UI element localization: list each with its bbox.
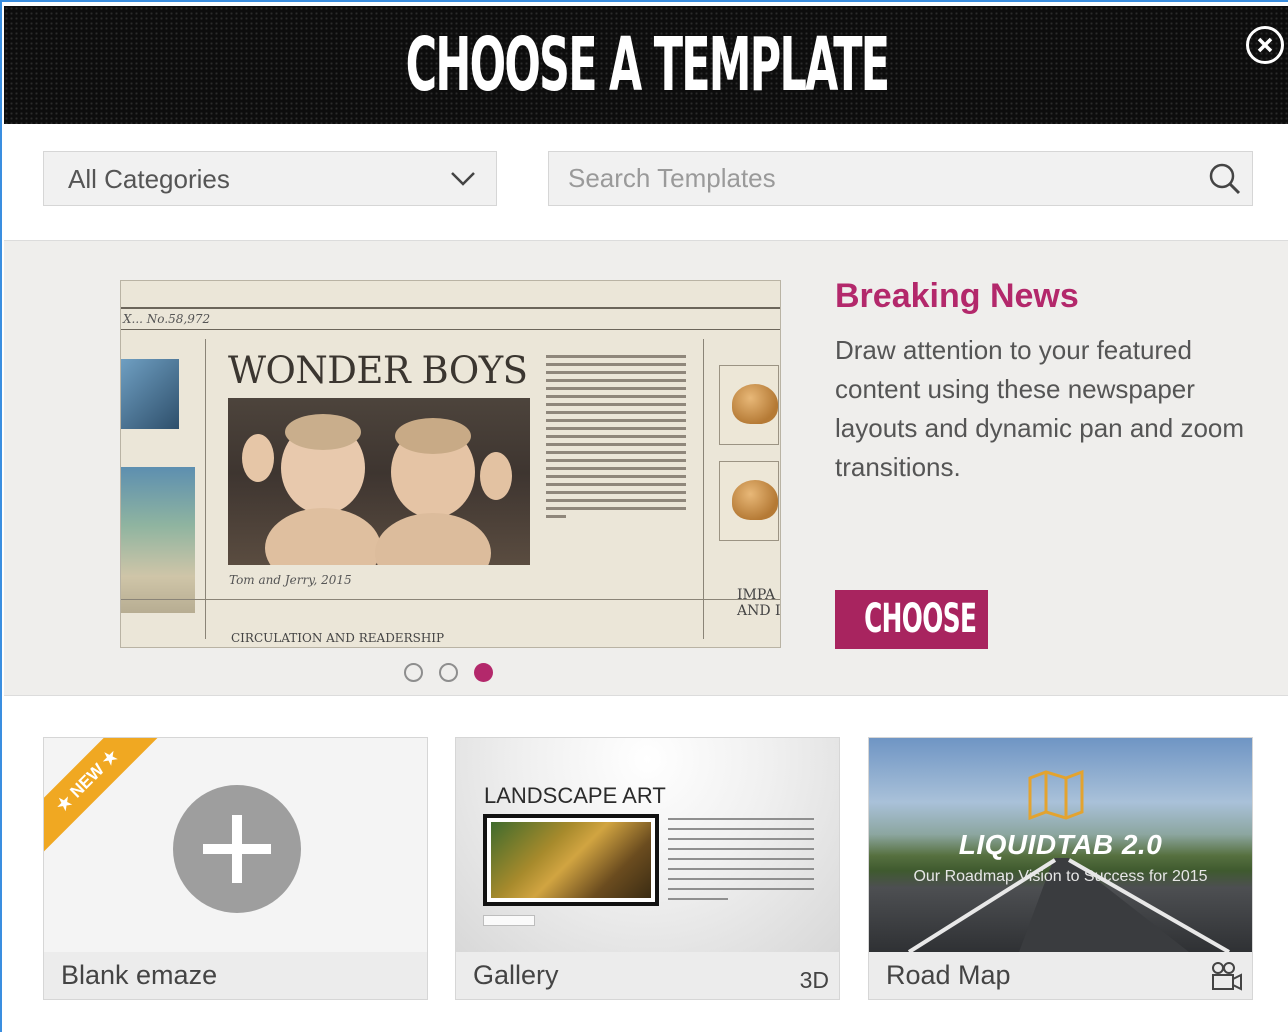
newspaper-caption: Tom and Jerry, 2015 (229, 573, 352, 587)
newspaper-side-photo (121, 467, 195, 613)
carousel-dot-active[interactable] (474, 663, 493, 682)
featured-preview-image[interactable]: X... No.58,972 WONDER BOYS Tom and Jerry… (120, 280, 781, 648)
newspaper-photo (228, 398, 530, 565)
newspaper-side-headline: IMPA AND I (737, 587, 781, 619)
carousel-dot[interactable] (439, 663, 458, 682)
featured-template-banner: X... No.58,972 WONDER BOYS Tom and Jerry… (4, 240, 1288, 696)
search-box (548, 151, 1253, 206)
template-name: Road Map (886, 960, 1011, 990)
template-thumbnail: LANDSCAPE ART (456, 738, 839, 952)
road-map-thumb-title: LIQUIDTAB 2.0 (958, 829, 1163, 860)
gallery-caption-tag (483, 915, 535, 926)
newspaper-rule (703, 339, 704, 639)
gallery-text-lines (668, 818, 814, 908)
close-button[interactable] (1246, 26, 1284, 64)
dialog-header: CHOOSE A TEMPLATE (4, 6, 1288, 124)
video-camera-icon (1212, 962, 1242, 991)
search-icon[interactable] (1206, 160, 1244, 198)
template-thumbnail: LIQUIDTAB 2.0 Our Roadmap Vision to Succ… (869, 738, 1252, 952)
category-dropdown[interactable]: All Categories (43, 151, 497, 206)
children-photo (242, 414, 512, 565)
template-name: Blank emaze (61, 960, 218, 990)
newspaper-side-photo (121, 359, 179, 429)
newspaper-footer-headline: CIRCULATION AND READERSHIP (231, 631, 445, 645)
template-card-footer: Road Map (869, 952, 1252, 999)
gallery-painting (483, 814, 659, 906)
choose-button-label: CHOOSE (864, 596, 977, 642)
newspaper-headline: WONDER BOYS (228, 349, 528, 392)
template-card-footer: Gallery 3D (456, 952, 839, 999)
new-ribbon: ★ NEW ★ (44, 738, 163, 857)
template-card-blank[interactable]: ★ NEW ★ Blank emaze (43, 737, 428, 1000)
chevron-down-icon (451, 172, 475, 186)
template-card-road-map[interactable]: LIQUIDTAB 2.0 Our Roadmap Vision to Succ… (868, 737, 1253, 1000)
newspaper-rule (121, 307, 780, 309)
newspaper-basket-photo (719, 461, 779, 541)
newspaper-rule (121, 329, 780, 330)
template-name: Gallery (473, 960, 559, 990)
featured-title: Breaking News (835, 277, 1079, 315)
newspaper-rule (205, 339, 206, 639)
template-dialog: CHOOSE A TEMPLATE All Categories X... No… (0, 0, 1288, 1032)
3d-badge: 3D (799, 967, 829, 993)
search-input[interactable] (549, 152, 1189, 205)
dialog-title: CHOOSE A TEMPLATE (405, 22, 890, 108)
featured-description: Draw attention to your featured content … (835, 335, 1245, 482)
newspaper-issue: X... No.58,972 (123, 312, 211, 326)
close-circle-icon (1257, 37, 1273, 53)
category-selected-value: All Categories (68, 164, 230, 194)
gallery-thumb-title: LANDSCAPE ART (484, 783, 666, 808)
newspaper-column-text (546, 355, 686, 523)
template-card-gallery[interactable]: LANDSCAPE ART Gallery 3D (455, 737, 840, 1000)
carousel-dot[interactable] (404, 663, 423, 682)
plus-icon (173, 785, 301, 913)
template-card-footer: Blank emaze (44, 952, 427, 999)
template-thumbnail: ★ NEW ★ (44, 738, 427, 952)
choose-button[interactable]: CHOOSE (835, 590, 988, 649)
newspaper-rule (121, 599, 780, 600)
map-logo-icon (1028, 769, 1084, 820)
road-map-thumb-subtitle: Our Roadmap Vision to Success for 2015 (913, 868, 1208, 885)
newspaper-basket-photo (719, 365, 779, 445)
